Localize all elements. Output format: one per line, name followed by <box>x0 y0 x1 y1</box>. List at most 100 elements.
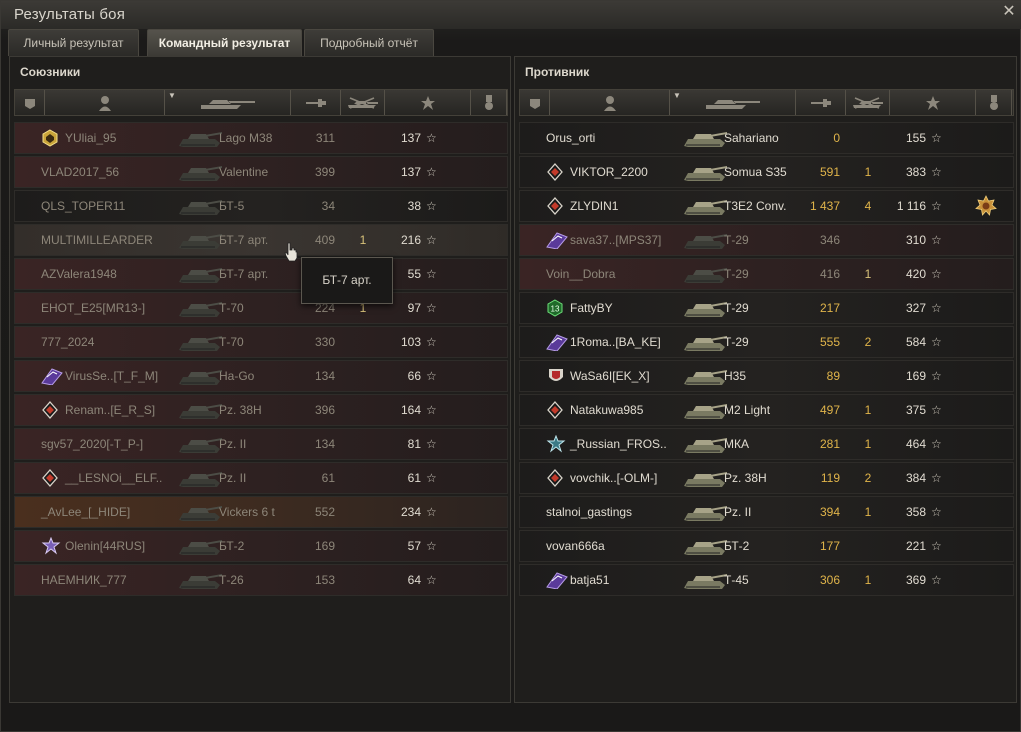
tank-icon[interactable] <box>177 534 223 558</box>
player-name[interactable]: VLAD2017_56 <box>41 157 119 187</box>
medal-icon[interactable] <box>975 195 997 217</box>
vehicle-name[interactable]: Т-70 <box>219 293 244 323</box>
player-row[interactable]: __LESNOi__ELF.. Pz. II 61 61 ☆ <box>14 462 508 494</box>
vehicle-name[interactable]: Valentine <box>219 157 268 187</box>
vehicle-name[interactable]: Pz. 38H <box>219 395 262 425</box>
tank-icon[interactable] <box>682 160 728 184</box>
player-name[interactable]: vovchik..[-OLM-] <box>570 463 657 493</box>
player-row[interactable]: Natakuwa985 M2 Light 497 1 375 ☆ <box>519 394 1014 426</box>
player-name[interactable]: Natakuwa985 <box>570 395 643 425</box>
kills-column-header[interactable] <box>846 90 890 115</box>
player-name[interactable]: Voin__Dobra <box>546 259 615 289</box>
player-row[interactable]: MULTIMILLEARDER БТ-7 арт. 409 1 216 ☆ <box>14 224 508 256</box>
vehicle-name[interactable]: Т-26 <box>219 565 244 595</box>
player-name[interactable]: sava37..[MPS37] <box>570 225 661 255</box>
player-name[interactable]: QLS_TOPER11 <box>41 191 125 221</box>
tab-team-result[interactable]: Командный результат <box>147 29 302 56</box>
tab-personal-result[interactable]: Личный результат <box>8 29 139 56</box>
vehicle-name[interactable]: H35 <box>724 361 746 391</box>
xp-star-column-header[interactable] <box>385 90 471 115</box>
player-row[interactable]: QLS_TOPER11 БТ-5 34 38 ☆ <box>14 190 508 222</box>
tank-icon[interactable] <box>177 568 223 592</box>
player-name[interactable]: FattyBY <box>570 293 613 323</box>
vehicle-name[interactable]: Т-70 <box>219 327 244 357</box>
vehicle-name[interactable]: Sahariano <box>724 123 779 153</box>
tank-icon[interactable] <box>682 126 728 150</box>
medal-column-header[interactable] <box>976 90 1012 115</box>
player-row[interactable]: VLAD2017_56 Valentine 399 137 ☆ <box>14 156 508 188</box>
vehicle-name[interactable]: БТ-2 <box>724 531 749 561</box>
player-name[interactable]: _Russian_FROS.. <box>570 429 667 459</box>
player-row[interactable]: Voin__Dobra Т-29 416 1 420 ☆ <box>519 258 1014 290</box>
player-name[interactable]: batja51 <box>570 565 609 595</box>
tank-icon[interactable] <box>177 330 223 354</box>
player-name[interactable]: AZValera1948 <box>41 259 117 289</box>
tank-icon[interactable] <box>177 228 223 252</box>
tank-icon[interactable] <box>177 296 223 320</box>
player-row[interactable]: VIKTOR_2200 Somua S35 591 1 383 ☆ <box>519 156 1014 188</box>
vehicle-name[interactable]: T3E2 Conv. <box>724 191 786 221</box>
player-column-header[interactable] <box>45 90 165 115</box>
tank-icon[interactable] <box>177 432 223 456</box>
player-row[interactable]: VirusSe..[T_F_M] Ha-Go 134 66 ☆ <box>14 360 508 392</box>
player-name[interactable]: MULTIMILLEARDER <box>41 225 153 255</box>
player-row[interactable]: Olenin[44RUS] БТ-2 169 57 ☆ <box>14 530 508 562</box>
vehicle-name[interactable]: Pz. II <box>724 497 751 527</box>
vehicle-name[interactable]: БТ-2 <box>219 531 244 561</box>
kills-column-header[interactable] <box>341 90 385 115</box>
squad-column-header[interactable] <box>15 90 45 115</box>
player-name[interactable]: ZLYDIN1 <box>570 191 618 221</box>
player-name[interactable]: __LESNOi__ELF.. <box>65 463 162 493</box>
player-row[interactable]: vovchik..[-OLM-] Pz. 38H 119 2 384 ☆ <box>519 462 1014 494</box>
vehicle-name[interactable]: БТ-7 арт. <box>219 225 268 255</box>
tank-icon[interactable] <box>177 262 223 286</box>
player-row[interactable]: WaSa6I[EK_X] H35 89 169 ☆ <box>519 360 1014 392</box>
player-name[interactable]: 777_2024 <box>41 327 94 357</box>
vehicle-name[interactable]: МКА <box>724 429 749 459</box>
player-name[interactable]: 1Roma..[BA_KE] <box>570 327 661 357</box>
player-name[interactable]: VIKTOR_2200 <box>570 157 648 187</box>
tank-icon[interactable] <box>177 466 223 490</box>
tank-column-header[interactable] <box>670 90 796 115</box>
vehicle-name[interactable]: Pz. II <box>219 429 246 459</box>
player-name[interactable]: _AvLee_[_HIDE] <box>41 497 130 527</box>
player-row[interactable]: ZLYDIN1 T3E2 Conv. 1 437 4 1 116 ☆ <box>519 190 1014 222</box>
vehicle-name[interactable]: Т-29 <box>724 225 749 255</box>
medal-column-header[interactable] <box>471 90 507 115</box>
tank-icon[interactable] <box>682 194 728 218</box>
player-row[interactable]: stalnoi_gastings Pz. II 394 1 358 ☆ <box>519 496 1014 528</box>
player-row[interactable]: Renam..[E_R_S] Pz. 38H 396 164 ☆ <box>14 394 508 426</box>
tank-icon[interactable] <box>177 126 223 150</box>
damage-column-header[interactable] <box>796 90 846 115</box>
tank-icon[interactable] <box>682 330 728 354</box>
player-row[interactable]: НАЕМНИК_777 Т-26 153 64 ☆ <box>14 564 508 596</box>
tab-detailed-report[interactable]: Подробный отчёт <box>304 29 434 56</box>
player-row[interactable]: _AvLee_[_HIDE] Vickers 6 t 552 234 ☆ <box>14 496 508 528</box>
damage-column-header[interactable] <box>291 90 341 115</box>
tank-icon[interactable] <box>177 364 223 388</box>
tank-icon[interactable] <box>177 500 223 524</box>
tank-icon[interactable] <box>682 398 728 422</box>
player-name[interactable]: sgv57_2020[-T_P-] <box>41 429 143 459</box>
player-name[interactable]: WaSa6I[EK_X] <box>570 361 650 391</box>
player-name[interactable]: VirusSe..[T_F_M] <box>65 361 158 391</box>
player-row[interactable]: YUliai_95 Lago M38 311 137 ☆ <box>14 122 508 154</box>
tank-icon[interactable] <box>682 364 728 388</box>
player-name[interactable]: Renam..[E_R_S] <box>65 395 155 425</box>
vehicle-name[interactable]: Vickers 6 t <box>219 497 275 527</box>
vehicle-name[interactable]: Т-29 <box>724 259 749 289</box>
player-name[interactable]: vovan666a <box>546 531 605 561</box>
player-row[interactable]: _Russian_FROS.. МКА 281 1 464 ☆ <box>519 428 1014 460</box>
player-row[interactable]: EHOT_E25[MR13-] Т-70 224 1 97 ☆ <box>14 292 508 324</box>
vehicle-name[interactable]: Lago M38 <box>219 123 272 153</box>
vehicle-name[interactable]: БТ-5 <box>219 191 244 221</box>
squad-column-header[interactable] <box>520 90 550 115</box>
tank-icon[interactable] <box>682 500 728 524</box>
player-row[interactable]: sava37..[MPS37] Т-29 346 310 ☆ <box>519 224 1014 256</box>
player-row[interactable]: Orus_orti Sahariano 0 155 ☆ <box>519 122 1014 154</box>
player-row[interactable]: 1Roma..[BA_KE] Т-29 555 2 584 ☆ <box>519 326 1014 358</box>
tank-icon[interactable] <box>682 228 728 252</box>
tank-icon[interactable] <box>682 262 728 286</box>
player-column-header[interactable] <box>550 90 670 115</box>
tank-icon[interactable] <box>177 194 223 218</box>
